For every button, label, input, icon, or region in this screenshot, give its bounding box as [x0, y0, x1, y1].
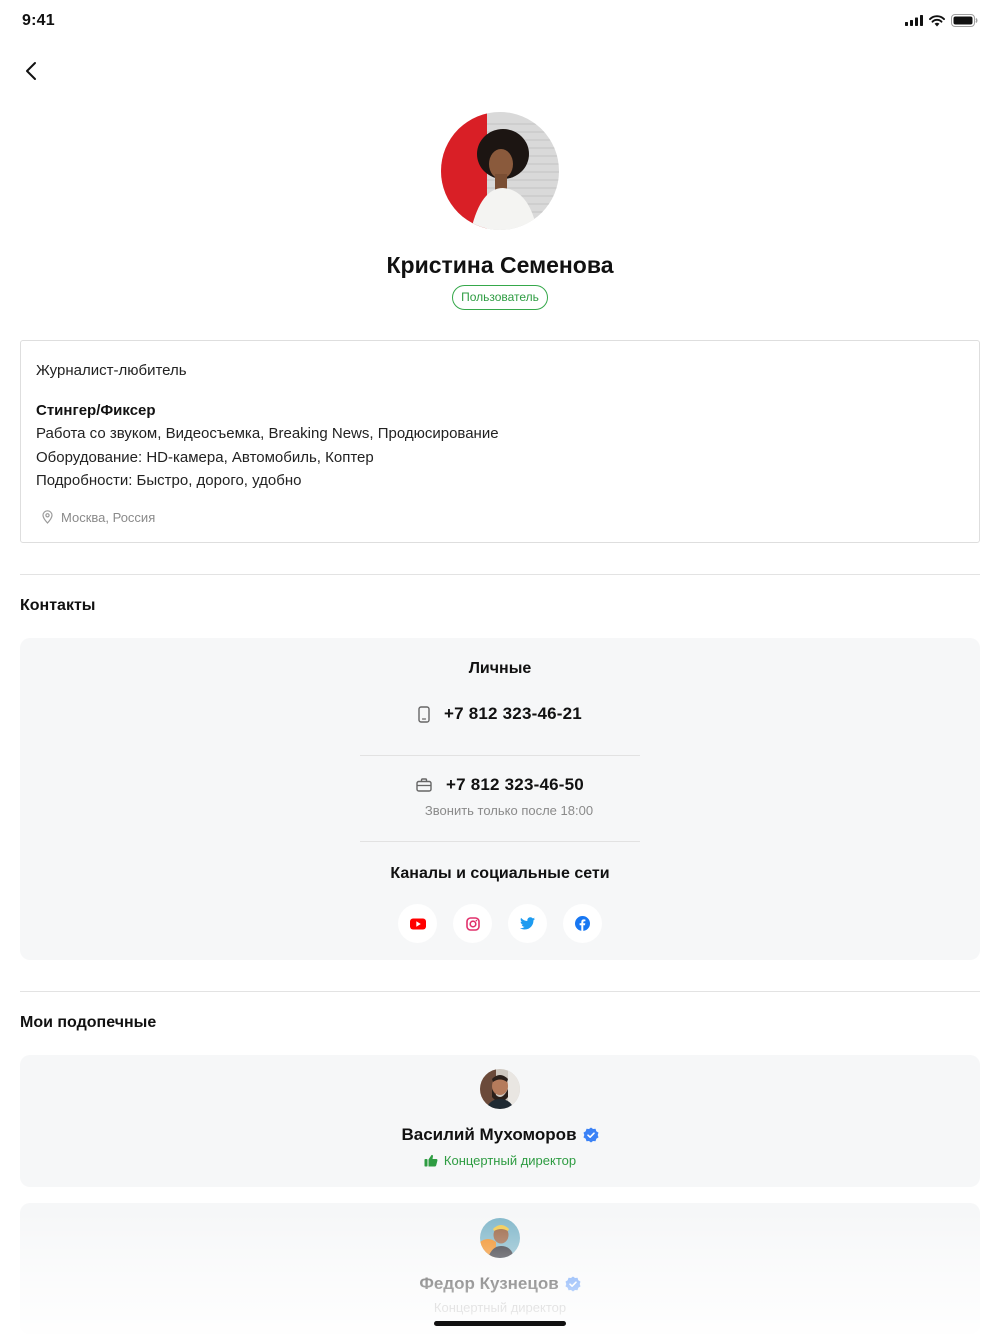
location-pin-icon [42, 510, 53, 524]
mobile-phone-row[interactable]: +7 812 323-46-21 [20, 704, 980, 724]
ward-card[interactable]: Василий Мухоморов Концертный директор [20, 1055, 980, 1187]
facebook-button[interactable] [563, 904, 602, 943]
mobile-phone-number[interactable]: +7 812 323-46-21 [444, 704, 582, 724]
verified-badge-icon [565, 1276, 581, 1292]
wards-section-title: Мои подопечные [20, 1014, 157, 1031]
social-links [20, 904, 980, 943]
battery-icon [951, 14, 978, 27]
contacts-card: Личные +7 812 323-46-21 +7 812 323-46-50… [20, 638, 980, 960]
location: Москва, Россия [36, 510, 964, 525]
about-tagline: Журналист-любитель [36, 362, 187, 379]
twitter-button[interactable] [508, 904, 547, 943]
instagram-icon [465, 916, 480, 931]
instagram-button[interactable] [453, 904, 492, 943]
section-divider [20, 991, 980, 992]
socials-heading: Каналы и социальные сети [390, 865, 610, 882]
status-time: 9:41 [22, 12, 55, 29]
thumbs-up-icon [424, 1154, 438, 1167]
contacts-divider [360, 755, 640, 756]
ward-card[interactable]: Федор Кузнецов Концертный директор [20, 1203, 980, 1334]
avatar[interactable] [480, 1218, 520, 1258]
contacts-divider [360, 841, 640, 842]
wifi-icon [929, 14, 945, 26]
about-card: Журналист-любитель Стингер/Фиксер Работа… [20, 340, 980, 543]
location-text: Москва, Россия [61, 509, 156, 525]
cellular-signal-icon [905, 15, 923, 26]
facebook-icon [575, 916, 590, 931]
youtube-button[interactable] [398, 904, 437, 943]
ward-name[interactable]: Федор Кузнецов [419, 1274, 558, 1294]
ward-role: Концертный директор [433, 1300, 567, 1315]
chevron-left-icon [26, 62, 36, 80]
work-phone-note: Звонить только после 18:00 [424, 803, 594, 818]
about-equipment: Оборудование: HD-камера, Автомобиль, Коп… [36, 448, 374, 466]
ward-name-row: Федор Кузнецов [20, 1274, 980, 1294]
avatar[interactable] [441, 112, 559, 230]
avatar[interactable] [480, 1069, 520, 1109]
work-phone-row[interactable]: +7 812 323-46-50 [20, 775, 980, 795]
ward-name[interactable]: Василий Мухоморов [401, 1125, 576, 1145]
verified-badge-icon [583, 1127, 599, 1143]
work-phone-number[interactable]: +7 812 323-46-50 [446, 775, 584, 795]
about-specialization-title: Стингер/Фиксер [36, 401, 156, 419]
role-badge: Пользователь [452, 285, 548, 310]
profile-name: Кристина Семенова [386, 252, 614, 278]
ward-name-row: Василий Мухоморов [20, 1125, 980, 1145]
ward-role-row: Концертный директор [20, 1153, 980, 1168]
about-details: Подробности: Быстро, дорого, удобно [36, 472, 302, 489]
mobile-phone-icon [418, 705, 430, 723]
home-indicator[interactable] [434, 1321, 566, 1326]
contacts-section-title: Контакты [20, 597, 96, 614]
youtube-icon [409, 918, 426, 929]
section-divider [20, 574, 980, 575]
briefcase-icon [416, 778, 432, 792]
status-icons [905, 14, 978, 27]
about-skills: Работа со звуком, Видеосъемка, Breaking … [36, 425, 499, 442]
ward-role-row: Концертный директор [20, 1300, 980, 1315]
status-bar: 9:41 [0, 0, 1000, 44]
ward-role: Концертный директор [443, 1153, 577, 1168]
back-button[interactable] [14, 54, 48, 88]
personal-contacts-heading: Личные [468, 660, 532, 677]
profile-header: Кристина Семенова Пользователь [0, 112, 1000, 310]
twitter-icon [520, 917, 535, 930]
